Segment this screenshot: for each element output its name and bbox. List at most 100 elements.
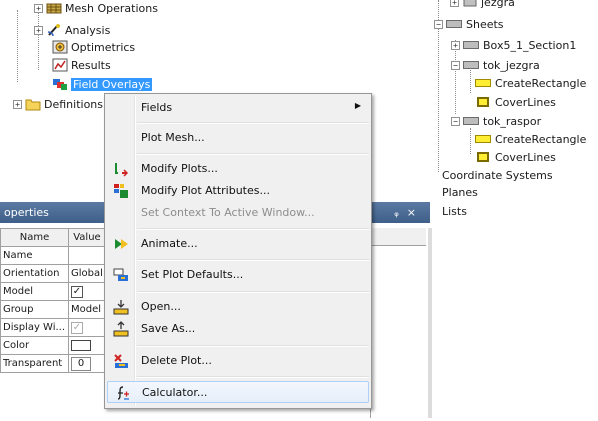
vertical-scrollbar[interactable] — [428, 228, 432, 418]
calculator-icon — [114, 385, 130, 401]
table-header-row: Name Value — [0, 228, 106, 247]
menu-item-set-plot-defaults[interactable]: Set Plot Defaults... — [107, 264, 369, 286]
menu-item-animate[interactable]: Animate... — [107, 233, 369, 255]
animate-icon — [113, 236, 129, 252]
expand-icon[interactable]: + — [34, 25, 43, 35]
history-item-label: Sheets — [466, 17, 504, 31]
menu-item-open[interactable]: Open... — [107, 296, 369, 318]
menu-separator — [137, 228, 369, 230]
menu-item-fields[interactable]: Fields ▶ — [107, 97, 369, 119]
property-name: Group — [0, 300, 69, 319]
plot-attributes-icon — [113, 183, 129, 199]
property-value[interactable] — [68, 246, 106, 265]
menu-item-label: Save As... — [141, 322, 196, 335]
menu-item-label: Plot Mesh... — [141, 131, 205, 144]
expand-icon[interactable]: + — [13, 99, 22, 109]
menu-separator — [137, 291, 369, 293]
tree-item-label: Field Overlays — [71, 77, 153, 91]
property-name: Transparent — [0, 354, 69, 373]
menu-item-label: Set Context To Active Window... — [141, 206, 315, 219]
menu-item-set-context[interactable]: Set Context To Active Window... — [107, 202, 369, 224]
history-item-planes[interactable]: Planes — [442, 184, 478, 200]
expand-icon[interactable]: + — [34, 3, 43, 13]
history-item-create-rectangle-1[interactable]: CreateRectangle — [475, 75, 586, 91]
table-row[interactable]: Color — [0, 336, 106, 355]
color-swatch[interactable] — [71, 339, 91, 351]
analysis-icon — [46, 23, 62, 37]
property-value-cell: ✓ — [68, 282, 106, 301]
mesh-operations-icon — [46, 1, 62, 15]
solid-icon — [462, 0, 478, 9]
tree-item-analysis[interactable]: + Analysis — [34, 22, 110, 38]
history-item-tok-jezgra[interactable]: − tok_jezgra — [451, 57, 540, 73]
property-name: Model — [0, 282, 69, 301]
table-row[interactable]: Display Wi... ✓ — [0, 318, 106, 337]
property-value[interactable]: Global — [68, 264, 106, 283]
rectangle-icon — [475, 79, 491, 87]
history-item-box5[interactable]: + Box5_1_Section1 — [451, 37, 576, 53]
menu-item-label: Set Plot Defaults... — [141, 268, 244, 281]
submenu-arrow-icon: ▶ — [354, 101, 361, 110]
history-item-label: Planes — [442, 185, 478, 199]
menu-item-plot-mesh[interactable]: Plot Mesh... — [107, 127, 369, 149]
properties-title: operties — [4, 206, 49, 219]
history-item-create-rectangle-2[interactable]: CreateRectangle — [475, 131, 586, 147]
history-item-lists[interactable]: Lists — [442, 203, 467, 219]
history-item-label: Box5_1_Section1 — [483, 38, 577, 52]
history-item-jezgra[interactable]: + jezgra — [450, 0, 515, 10]
menu-item-calculator[interactable]: Calculator... — [107, 381, 369, 403]
history-item-label: Lists — [442, 204, 467, 218]
property-value[interactable]: Model — [68, 300, 106, 319]
table-row[interactable]: Transparent 0 — [0, 354, 106, 373]
collapse-icon[interactable]: − — [451, 116, 460, 126]
menu-item-label: Fields — [141, 101, 173, 114]
collapse-icon[interactable]: − — [434, 19, 443, 29]
table-row[interactable]: Group Model — [0, 300, 106, 319]
display-wireframe-checkbox[interactable]: ✓ — [71, 321, 83, 334]
tree-item-label: Analysis — [65, 23, 111, 37]
menu-item-delete-plot[interactable]: Delete Plot... — [107, 350, 369, 372]
rectangle-icon — [475, 135, 491, 143]
menu-separator — [137, 376, 369, 378]
history-item-tok-raspor[interactable]: − tok_raspor — [451, 113, 541, 129]
property-name: Orientation — [0, 264, 69, 283]
menu-item-label: Modify Plots... — [141, 162, 218, 175]
history-item-cover-lines-1[interactable]: CoverLines — [475, 94, 556, 110]
menu-item-modify-plot-attributes[interactable]: Modify Plot Attributes... — [107, 180, 369, 202]
property-value-cell — [68, 336, 106, 355]
history-item-cover-lines-2[interactable]: CoverLines — [475, 149, 556, 165]
tree-item-definitions[interactable]: + Definitions — [13, 96, 103, 112]
close-button[interactable]: × — [407, 206, 424, 219]
column-header-value[interactable]: Value — [68, 228, 106, 247]
column-header-name[interactable]: Name — [0, 228, 69, 247]
sheet-icon — [463, 41, 479, 49]
tree-item-optimetrics[interactable]: Optimetrics — [52, 39, 135, 55]
tree-item-mesh-operations[interactable]: + Mesh Operations — [34, 0, 158, 16]
collapse-icon[interactable]: − — [451, 60, 460, 70]
transparency-spinbox[interactable]: 0 — [71, 356, 91, 371]
sheet-icon — [463, 117, 479, 125]
tree-item-results[interactable]: Results — [52, 57, 111, 73]
table-row[interactable]: Model ✓ — [0, 282, 106, 301]
sheet-icon — [463, 61, 479, 69]
menu-item-save-as[interactable]: Save As... — [107, 318, 369, 340]
sheet-icon — [446, 20, 462, 28]
expand-icon[interactable]: + — [451, 40, 460, 50]
cover-lines-icon — [477, 97, 489, 107]
tree-item-label: Mesh Operations — [65, 1, 158, 15]
history-item-sheets[interactable]: − Sheets — [434, 16, 504, 32]
history-item-label: CoverLines — [495, 95, 556, 109]
menu-separator — [137, 153, 369, 155]
history-item-coordinate-systems[interactable]: Coordinate Systems — [442, 167, 553, 183]
tree-item-field-overlays[interactable]: Field Overlays — [52, 76, 153, 92]
history-item-label: tok_raspor — [483, 114, 542, 128]
menu-item-label: Delete Plot... — [141, 354, 212, 367]
pin-button[interactable]: ᵩ — [394, 206, 407, 219]
model-checkbox[interactable]: ✓ — [71, 285, 83, 298]
cover-lines-icon — [477, 152, 489, 162]
menu-item-modify-plots[interactable]: Modify Plots... — [107, 158, 369, 180]
table-row[interactable]: Name — [0, 246, 106, 265]
table-row[interactable]: Orientation Global — [0, 264, 106, 283]
menu-separator — [137, 122, 369, 124]
expand-icon[interactable]: + — [450, 0, 459, 7]
